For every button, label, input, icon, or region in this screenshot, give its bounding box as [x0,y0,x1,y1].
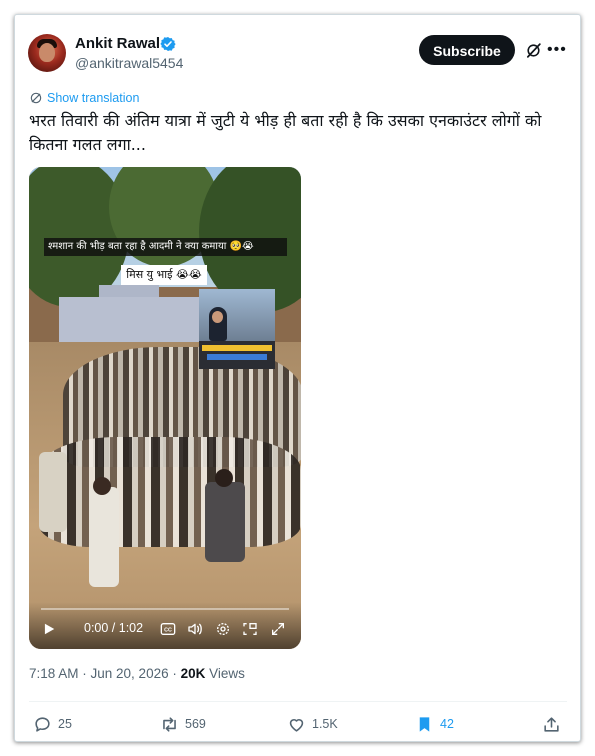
video-progress-bar[interactable] [41,608,289,610]
reply-button[interactable]: 25 [33,714,72,734]
video-time: 0:00 / 1:02 [84,621,144,635]
inset-text-bar [202,345,272,351]
share-icon [544,716,559,732]
heart-icon [289,718,304,732]
inset-text-bar [207,354,267,360]
repost-count: 569 [185,717,206,731]
repost-icon [163,716,176,732]
inset-face [212,311,223,323]
reply-count: 25 [58,717,72,731]
share-button[interactable] [542,714,561,734]
subscribe-button[interactable]: Subscribe [419,35,515,65]
video-person [39,452,67,532]
volume-icon[interactable] [187,621,203,637]
bookmark-count: 42 [440,717,454,731]
reply-icon [35,716,50,732]
video-inset-image [199,289,275,369]
video-person [215,469,233,487]
grok-icon[interactable] [525,42,542,59]
more-icon[interactable]: ••• [547,41,567,59]
bookmark-button[interactable]: 42 [415,714,454,734]
divider [29,701,567,702]
avatar-face [39,43,55,62]
tweet-meta: 7:18 AM · Jun 20, 2026 · 20K Views [29,666,245,681]
like-button[interactable]: 1.5K [287,714,338,734]
video-caption-top: श्मशान की भीड़ बता रहा है आदमी ने क्या क… [44,238,287,256]
video-person [93,477,111,495]
video-person [89,487,119,587]
author-name[interactable]: Ankit Rawal [75,35,160,52]
avatar[interactable] [28,34,66,72]
repost-button[interactable]: 569 [160,714,206,734]
video-player[interactable]: श्मशान की भीड़ बता रहा है आदमी ने क्या क… [29,167,301,649]
play-icon[interactable] [42,622,56,636]
tweet-timestamp[interactable]: 7:18 AM · Jun 20, 2026 · [29,666,181,681]
video-caption-mid: मिस यु भाई 😭😭 [121,265,207,285]
pip-icon[interactable] [242,621,258,637]
views-label: Views [205,666,245,681]
views-count: 20K [180,666,206,681]
svg-text:CC: CC [164,628,172,634]
show-translation-label[interactable]: Show translation [47,91,139,105]
tweet-card: Ankit Rawal @ankitrawal5454 Subscribe ••… [14,14,581,742]
globe-icon [30,92,42,104]
video-crowd-front [39,437,301,547]
tweet-text: भरत तिवारी की अंतिम यात्रा में जुटी ये भ… [29,111,542,154]
like-count: 1.5K [312,717,338,731]
bookmark-icon [419,716,430,732]
verified-badge-icon [160,37,176,51]
author-handle[interactable]: @ankitrawal5454 [75,55,183,71]
video-person [205,482,245,562]
fullscreen-icon[interactable] [270,621,286,637]
show-translation-link[interactable]: Show translation [29,89,139,107]
settings-icon[interactable] [215,621,231,637]
captions-icon[interactable]: CC [160,621,176,637]
